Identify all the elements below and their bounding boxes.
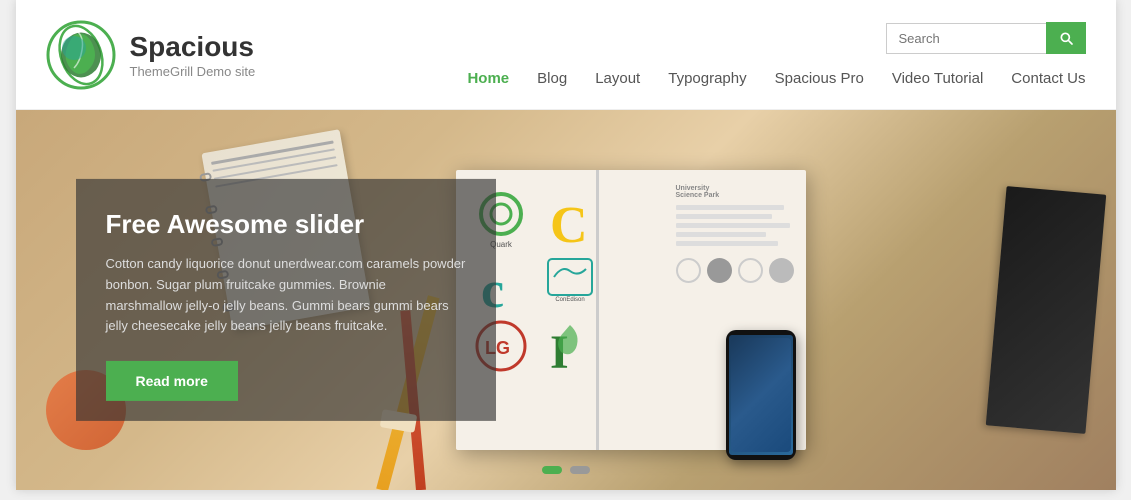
site-nav: Home Blog Layout Typography Spacious Pro… — [467, 70, 1085, 87]
deco-book-right — [985, 186, 1106, 434]
nav-item-spacious-pro[interactable]: Spacious Pro — [775, 70, 864, 87]
read-more-button[interactable]: Read more — [106, 361, 238, 401]
site-header: Spacious ThemeGrill Demo site Home Blog … — [16, 0, 1116, 110]
nav-item-typography[interactable]: Typography — [668, 70, 746, 87]
hero-slider: Quark C c — [16, 110, 1116, 490]
nav-item-layout[interactable]: Layout — [595, 70, 640, 87]
logo-conedison — [546, 257, 594, 297]
nav-item-home[interactable]: Home — [467, 70, 509, 87]
nav-item-contact-us[interactable]: Contact Us — [1011, 70, 1085, 87]
nav-item-video-tutorial[interactable]: Video Tutorial — [892, 70, 983, 87]
svg-text:C: C — [550, 197, 588, 247]
search-bar — [886, 22, 1086, 54]
site-branding: Spacious ThemeGrill Demo site — [46, 20, 256, 90]
site-logo-icon — [46, 20, 116, 90]
logo-yellow-c: C — [546, 192, 594, 247]
hero-title: Free Awesome slider — [106, 209, 466, 240]
site-wrapper: Spacious ThemeGrill Demo site Home Blog … — [16, 0, 1116, 490]
nav-item-blog[interactable]: Blog — [537, 70, 567, 87]
search-input[interactable] — [886, 23, 1046, 54]
logo-leaf: I — [546, 320, 594, 372]
hero-overlay: Free Awesome slider Cotton candy liquori… — [76, 179, 496, 421]
site-title-group: Spacious ThemeGrill Demo site — [130, 30, 256, 79]
hero-body: Cotton candy liquorice donut unerdwear.c… — [106, 254, 466, 337]
site-tagline: ThemeGrill Demo site — [130, 64, 256, 79]
search-button[interactable] — [1046, 22, 1086, 54]
header-right: Home Blog Layout Typography Spacious Pro… — [467, 22, 1085, 87]
site-title: Spacious — [130, 30, 256, 64]
slider-dot-2[interactable] — [570, 466, 590, 474]
slider-dots — [542, 466, 590, 474]
search-icon — [1058, 30, 1074, 46]
deco-phone — [726, 330, 796, 460]
slider-dot-1[interactable] — [542, 466, 562, 474]
